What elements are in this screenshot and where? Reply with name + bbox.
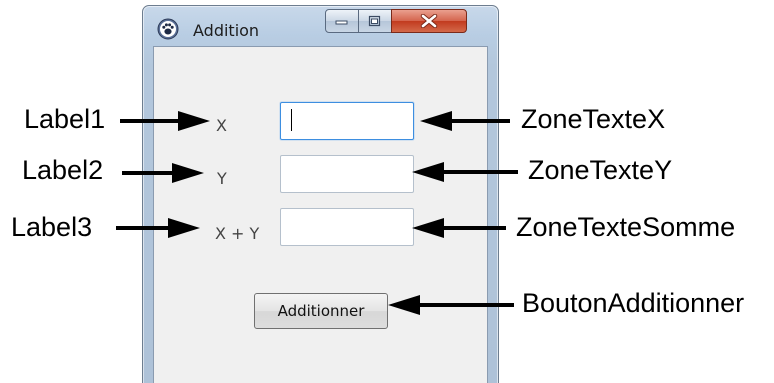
- arrow-zonetextey: [412, 162, 518, 182]
- arrow-zonetextesomme: [412, 218, 506, 238]
- arrow-label2: [122, 163, 204, 183]
- annotation-arrows: [116, 111, 518, 315]
- arrow-label3: [116, 218, 200, 238]
- arrow-boutonadditionner: [388, 295, 514, 315]
- arrow-zonetextex: [420, 111, 510, 131]
- arrow-label1: [120, 111, 210, 131]
